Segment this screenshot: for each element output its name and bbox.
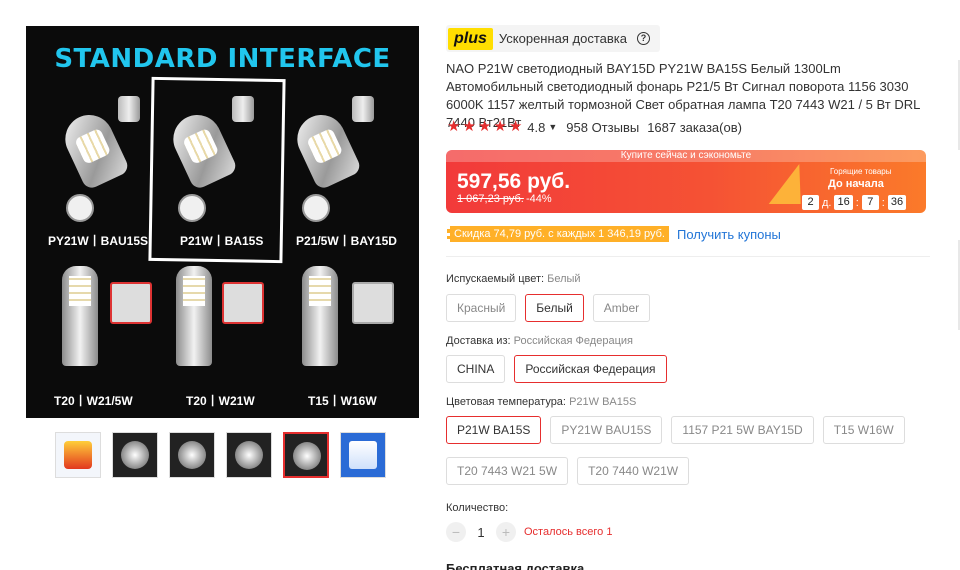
temperature-selected-value: P21W BA15S [569, 396, 637, 408]
rating-value[interactable]: 4.8 [527, 120, 545, 135]
bulb-t20-w21-5w [62, 266, 98, 366]
socket-circle [178, 194, 206, 222]
temperature-label: Цветовая температура: [446, 396, 566, 408]
thumbnail-image [349, 441, 377, 469]
color-options: Красный Белый Amber [446, 294, 651, 322]
ship-from-option-china[interactable]: CHINA [446, 355, 506, 383]
thumbnail-image [235, 441, 263, 469]
timer-hours: 16 [834, 195, 853, 210]
socket-circle [66, 194, 94, 222]
temperature-option[interactable]: T15 W16W [822, 416, 905, 444]
quantity-label: Количество: [446, 502, 509, 514]
ship-from-label: Доставка из: [446, 335, 511, 347]
timer-days: 2 [802, 195, 819, 210]
star-icon: ★ [477, 118, 492, 135]
current-price: 597,56 руб. [457, 170, 571, 193]
main-product-image[interactable]: STANDARD INTERFACE PY21W丨BAU15S P21W丨BA1… [26, 26, 419, 418]
star-icon: ★ [462, 118, 476, 135]
label-p21-5w: P21/5W丨BAY15D [296, 234, 397, 248]
bulb-base [118, 96, 140, 122]
socket-square [110, 282, 152, 324]
product-page: STANDARD INTERFACE PY21W丨BAU15S P21W丨BA1… [0, 0, 960, 570]
quantity-increase-button[interactable]: + [496, 522, 516, 542]
hot-goods-label: Горящие товары [830, 167, 892, 176]
chevron-down-icon[interactable]: ▼ [548, 122, 557, 132]
quantity-value[interactable]: 1 [466, 525, 496, 540]
thumbnail[interactable] [340, 432, 386, 478]
plus-delivery-text: Ускоренная доставка [498, 31, 628, 46]
socket-circle [302, 194, 330, 222]
socket-square [222, 282, 264, 324]
price-banner: Купите сейчас и сэкономьте 597,56 руб. 1… [446, 150, 926, 213]
label-py21w: PY21W丨BAU15S [48, 234, 149, 248]
plus-delivery-bar: plus Ускоренная доставка ? [446, 25, 661, 52]
quantity-stepper: − 1 + Осталось всего 1 [446, 522, 612, 542]
star-rating: ★ ★ ★ ★ ★ [447, 119, 522, 135]
timer-separator: : [855, 196, 859, 209]
timer-separator: : [881, 196, 885, 209]
timer-days-unit: д. [822, 196, 832, 209]
ship-from-selected-value: Российская Федерация [513, 335, 633, 347]
get-coupons-link[interactable]: Получить купоны [677, 227, 781, 242]
discount-badge: -44% [526, 193, 552, 205]
color-selected-value: Белый [547, 273, 581, 285]
color-label: Испускаемый цвет: [446, 273, 545, 285]
temperature-option[interactable]: PY21W BAU15S [550, 416, 663, 444]
label-t20-w21w: T20丨W21W [186, 394, 255, 408]
temperature-options-row1: P21W BA15S PY21W BAU15S 1157 P21 5W BAY1… [446, 416, 905, 444]
countdown-label: До начала [828, 178, 884, 190]
ship-from-option-russia[interactable]: Российская Федерация [514, 355, 667, 383]
color-option-red[interactable]: Красный [446, 294, 517, 322]
label-t20-w21-5w: T20丨W21/5W [54, 394, 133, 408]
question-circle-icon[interactable]: ? [637, 32, 651, 45]
bulb-base [232, 96, 254, 122]
bulb-t20-w21w [176, 266, 212, 366]
thumbnail-image [121, 441, 149, 469]
temperature-options-row2: T20 7443 W21 5W T20 7440 W21W [446, 457, 690, 485]
temperature-option-label: Цветовая температура: P21W BA15S [446, 396, 636, 408]
shipping-title: Бесплатная доставка [446, 561, 585, 570]
bulb-t15-w16w [302, 266, 338, 366]
ship-from-option-label: Доставка из: Российская Федерация [446, 335, 633, 347]
stock-remaining: Осталось всего 1 [524, 526, 613, 538]
thumbnail-image [178, 441, 206, 469]
rating-row: ★ ★ ★ ★ ★ 4.8 ▼ 958 Отзывы 1687 заказа(о… [447, 119, 742, 135]
timer-seconds: 36 [887, 195, 907, 210]
thumbnail[interactable] [55, 432, 101, 478]
ship-from-options: CHINA Российская Федерация [446, 355, 667, 383]
temperature-option[interactable]: T20 7443 W21 5W [446, 457, 569, 485]
orders-count: 1687 заказа(ов) [647, 119, 742, 135]
temperature-option[interactable]: P21W BA15S [446, 416, 542, 444]
label-t15-w16w: T15丨W16W [308, 394, 377, 408]
color-option-white[interactable]: Белый [525, 294, 584, 322]
divider [446, 256, 930, 257]
socket-square [352, 282, 394, 324]
thumbnail-image [293, 442, 321, 470]
temperature-option[interactable]: T20 7440 W21W [577, 457, 690, 485]
star-icon: ★ [447, 118, 461, 135]
thumbnail[interactable] [169, 432, 215, 478]
reviews-count[interactable]: 958 Отзывы [566, 120, 639, 135]
old-price: 1 067,23 руб. [457, 193, 524, 205]
star-icon: ★ [508, 118, 523, 135]
star-icon: ★ [493, 118, 507, 135]
promo-strip: Купите сейчас и сэкономьте [446, 150, 926, 162]
thumbnail[interactable] [226, 432, 272, 478]
color-option-amber[interactable]: Amber [592, 294, 651, 322]
timer-minutes: 7 [861, 195, 879, 210]
coupon-row: Скидка 74,79 руб. с каждых 1 346,19 руб.… [447, 226, 781, 242]
thumbnail-selected[interactable] [283, 432, 329, 478]
coupon-tag: Скидка 74,79 руб. с каждых 1 346,19 руб. [447, 226, 669, 242]
thumbnail-strip [55, 432, 386, 478]
plus-logo: plus [448, 27, 493, 50]
hero-title: STANDARD INTERFACE [54, 44, 391, 74]
thumbnail-image [64, 441, 92, 469]
label-p21w: P21W丨BA15S [180, 234, 264, 248]
thumbnail[interactable] [112, 432, 158, 478]
quantity-decrease-button[interactable]: − [446, 522, 466, 542]
color-option-label: Испускаемый цвет: Белый [446, 273, 581, 285]
countdown-timer: 2 д. 16 : 7 : 36 [802, 195, 907, 210]
temperature-option[interactable]: 1157 P21 5W BAY15D [671, 416, 814, 444]
bulb-base [352, 96, 374, 122]
